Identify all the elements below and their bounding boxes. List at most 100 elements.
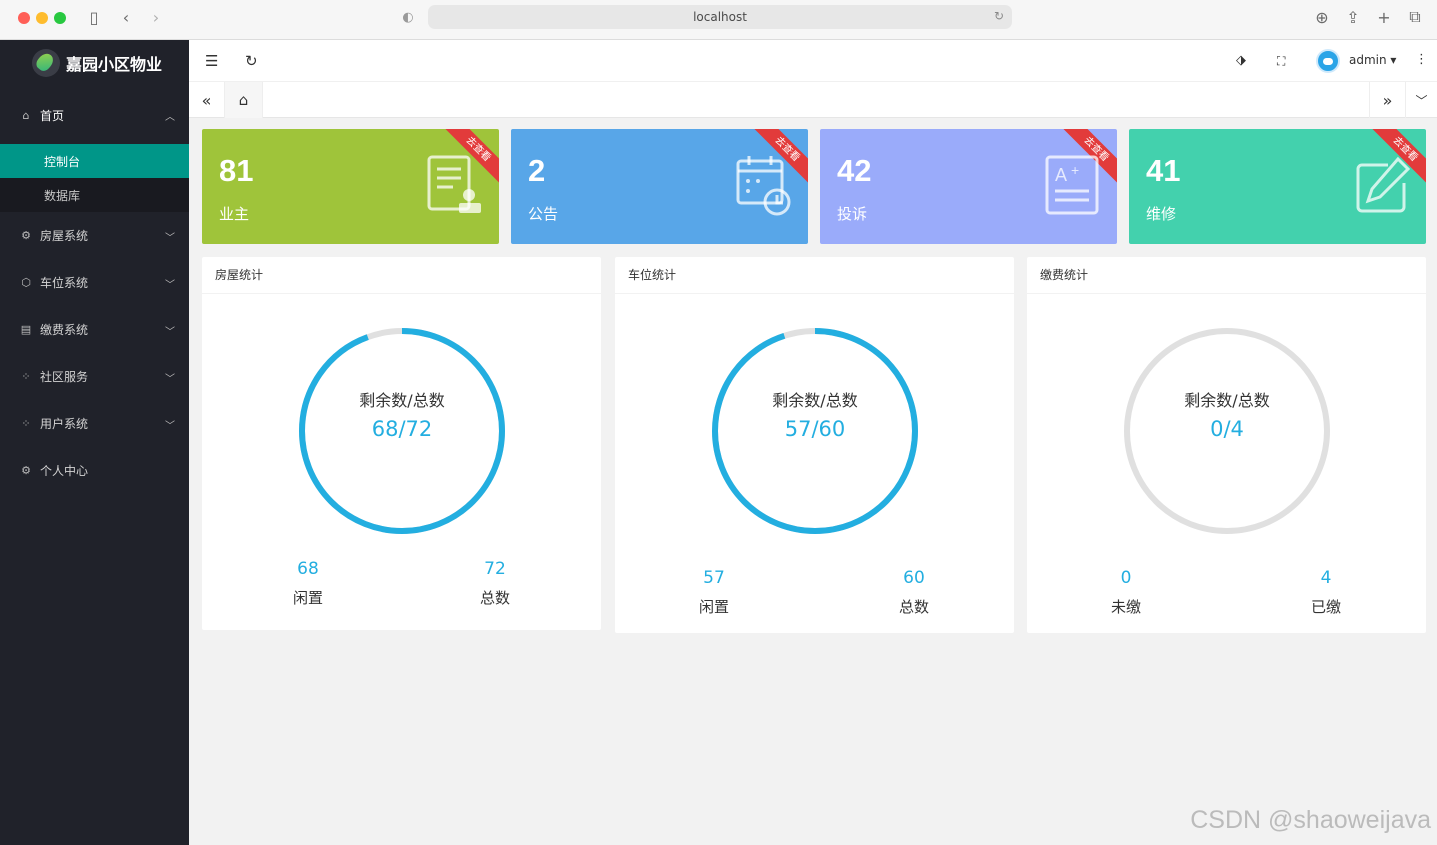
scroll-left-icon[interactable]: « [189,82,225,118]
rocket-icon [32,49,60,77]
sidebar-item-database[interactable]: 数据库 [0,178,189,212]
minimize-window-button[interactable] [36,12,48,24]
apps-icon: ⁘ [21,370,31,383]
forward-icon[interactable]: › [148,6,164,28]
stat-label: 闲置 [698,598,729,616]
panel-title: 房屋统计 [202,257,601,294]
stat-card-owners[interactable]: 81 业主 去查看 [202,129,499,244]
avatar[interactable] [1316,49,1340,73]
sidebar-item-payment[interactable]: ▤ 缴费系统 ﹀ [0,306,189,353]
chevron-down-icon: ﹀ [165,280,175,291]
scroll-right-icon[interactable]: » [1369,82,1405,118]
stat-number: 72 [484,559,506,579]
stat-label: 投诉 [837,205,868,223]
ring-label: 剩余数/总数 [359,391,445,410]
stat-value: 42 [837,153,872,188]
stat-card-notices[interactable]: 2 公告 去查看 [511,129,808,244]
list-icon: ▤ [20,323,32,336]
ring-value: 0/4 [1210,417,1244,441]
browser-toolbar: ▯ ‹ › ◐ localhost ↻ ⊕ ⇪ + ⧉ [0,0,1437,40]
menu-fold-icon[interactable]: ☰ [205,52,218,70]
stat-total: 60 总数 [874,568,954,617]
stat-label: 维修 [1146,205,1177,223]
maximize-window-button[interactable] [54,12,66,24]
reload-icon[interactable]: ↻ [994,9,1004,23]
gear-icon: ⚙ [21,464,31,477]
stat-label: 已缴 [1310,598,1341,616]
grade-document-icon: A + [1045,155,1099,215]
stat-card-repairs[interactable]: 41 维修 去查看 [1129,129,1426,244]
sidebar: 嘉园小区物业 ⌂ 首页 ︿ 控制台 数据库 ⚙ 房屋系统 ﹀ ⬡ 车位系统 ﹀ … [0,40,189,845]
stat-label: 业主 [219,205,250,223]
ring-value: 68/72 [371,417,433,441]
panel-housing-stats: 房屋统计 剩余数/总数 68/72 68 闲置 72 总数 [202,257,601,630]
stat-unpaid: 0 未缴 [1086,568,1166,617]
tab-menu-chevron-icon[interactable]: ﹀ [1405,82,1437,118]
stat-value: 2 [528,153,546,188]
address-bar[interactable]: localhost ↻ [428,5,1012,29]
username-text: admin [1349,53,1387,67]
sidebar-item-label: 房屋系统 [40,229,89,243]
sidebar-toggle-icon[interactable]: ▯ [84,6,104,28]
close-window-button[interactable] [18,12,30,24]
sidebar-item-parking[interactable]: ⬡ 车位系统 ﹀ [0,259,189,306]
tag-icon[interactable]: ⬗ [1236,53,1246,68]
stat-idle: 68 闲置 [268,559,348,608]
sidebar-item-home[interactable]: ⌂ 首页 ︿ [0,86,189,144]
ring-label: 剩余数/总数 [772,391,858,410]
chevron-down-icon: ﹀ [165,374,175,385]
top-header: ☰ ↻ ⬗ ⛶ admin ▾ ⋮ [189,40,1437,82]
sidebar-item-console[interactable]: 控制台 [0,144,189,178]
stat-label: 公告 [528,205,559,223]
home-tab-icon[interactable]: ⌂ [225,82,263,118]
panel-title: 缴费统计 [1027,257,1426,294]
svg-text:+: + [1071,162,1079,178]
sidebar-item-community[interactable]: ⁘ 社区服务 ﹀ [0,353,189,400]
progress-ring: 剩余数/总数 68/72 [298,327,506,535]
download-icon[interactable]: ⊕ [1312,6,1332,28]
logo: 嘉园小区物业 [0,40,189,86]
stat-number: 68 [297,559,319,579]
ring-center: 剩余数/总数 0/4 [1123,387,1331,441]
progress-ring: 剩余数/总数 57/60 [711,327,919,535]
sidebar-item-users[interactable]: ⁘ 用户系统 ﹀ [0,400,189,447]
sidebar-item-label: 缴费系统 [40,323,89,337]
cube-icon: ⬡ [21,276,31,289]
sidebar-item-profile[interactable]: ⚙ 个人中心 [0,447,189,494]
apps-icon: ⁘ [21,417,31,430]
home-icon: ⌂ [22,108,30,122]
sidebar-item-label: 个人中心 [40,464,89,478]
edit-icon [1356,156,1410,213]
username[interactable]: admin ▾ [1349,53,1396,67]
main-content: 81 业主 去查看 2 公告 去查看 42 投诉 去查看 A + 41 维修 去… [189,118,1437,845]
refresh-icon[interactable]: ↻ [245,52,258,70]
url-text: localhost [693,10,747,24]
svg-text:A: A [1055,165,1067,185]
ring-value: 57/60 [784,417,846,441]
sidebar-item-label: 首页 [40,108,65,123]
stat-label: 闲置 [292,589,323,607]
stat-total: 72 总数 [455,559,535,608]
gear-icon: ⚙ [21,229,31,242]
calendar-clock-icon [736,156,791,216]
sidebar-item-label: 社区服务 [40,370,89,384]
sidebar-item-label: 用户系统 [40,417,89,431]
share-icon[interactable]: ⇪ [1343,6,1363,28]
tabs-overview-icon[interactable]: ⧉ [1405,6,1425,28]
stat-label: 总数 [898,598,929,616]
chevron-down-icon: ﹀ [165,421,175,432]
back-icon[interactable]: ‹ [118,6,134,28]
fullscreen-icon[interactable]: ⛶ [1277,54,1285,69]
stat-idle: 57 闲置 [674,568,754,617]
new-tab-icon[interactable]: + [1374,6,1394,28]
progress-ring: 剩余数/总数 0/4 [1123,327,1331,535]
stat-card-complaints[interactable]: 42 投诉 去查看 A + [820,129,1117,244]
ring-label: 剩余数/总数 [1184,391,1270,410]
logo-text: 嘉园小区物业 [66,55,163,74]
stat-label: 未缴 [1110,598,1141,616]
more-icon[interactable]: ⋮ [1415,52,1428,67]
panel-title: 车位统计 [615,257,1014,294]
sidebar-item-housing[interactable]: ⚙ 房屋系统 ﹀ [0,212,189,259]
stat-label: 总数 [479,589,510,607]
document-user-icon [427,155,481,213]
